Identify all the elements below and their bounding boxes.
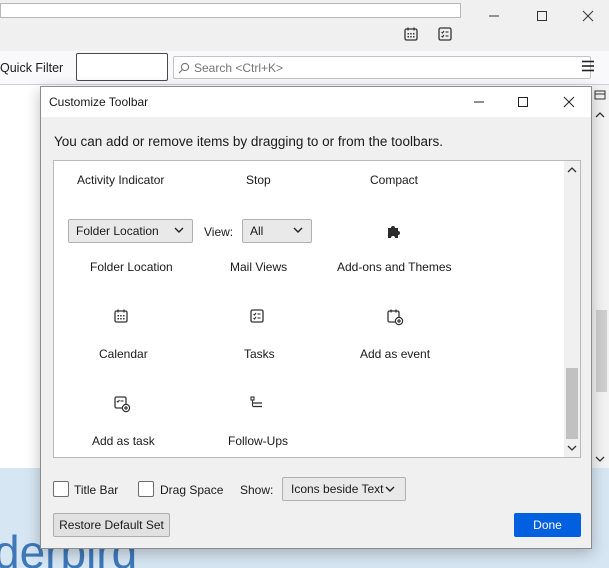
palette-item-folder-location[interactable]: Folder Location	[90, 260, 173, 274]
folder-location-dropdown[interactable]: Folder Location	[68, 219, 193, 243]
tasks-icon[interactable]	[249, 308, 267, 326]
chevron-down-icon	[293, 227, 303, 233]
calendar-tab-button[interactable]	[403, 26, 421, 44]
palette-item-activity-indicator[interactable]: Activity Indicator	[77, 173, 164, 187]
dialog-maximize-button[interactable]	[514, 93, 532, 111]
view-value: All	[250, 224, 264, 238]
drag-space-label: Drag Space	[160, 483, 224, 497]
maximize-icon	[518, 97, 528, 107]
calendar-icon	[404, 27, 418, 41]
palette-item-compact[interactable]: Compact	[370, 173, 418, 187]
chevron-down-icon	[595, 456, 605, 462]
palette-item-add-as-event[interactable]: Add as event	[360, 347, 430, 361]
search-icon	[178, 62, 190, 73]
show-label: Show:	[240, 483, 274, 497]
show-mode-dropdown[interactable]: Icons beside Text	[282, 477, 406, 501]
add-task-icon[interactable]	[113, 395, 131, 413]
palette-item-calendar[interactable]: Calendar	[99, 347, 148, 361]
background-scrollbar[interactable]	[592, 85, 609, 470]
puzzle-piece-icon[interactable]	[385, 222, 403, 240]
global-search-box[interactable]	[173, 56, 591, 79]
palette-item-add-ons-and-themes[interactable]: Add-ons and Themes	[337, 260, 452, 274]
palette-item-stop[interactable]: Stop	[246, 173, 271, 187]
close-button[interactable]	[579, 7, 597, 25]
search-input[interactable]	[194, 60, 574, 75]
follow-ups-icon[interactable]	[249, 395, 267, 413]
minimize-button[interactable]	[485, 7, 503, 25]
dialog-titlebar: Customize Toolbar	[41, 87, 591, 117]
hamburger-icon	[582, 60, 594, 72]
panel-icon	[594, 90, 606, 100]
dialog-description: You can add or remove items by dragging …	[54, 134, 443, 149]
title-bar-label: Title Bar	[74, 483, 119, 497]
background-scroll-thumb[interactable]	[596, 310, 607, 392]
add-event-icon[interactable]	[386, 308, 404, 326]
toolbar-item-palette: Activity Indicator Stop Compact Folder L…	[53, 160, 581, 458]
chevron-up-icon	[567, 167, 577, 173]
dialog-title: Customize Toolbar	[49, 95, 149, 109]
calendar-icon[interactable]	[113, 308, 131, 326]
tasks-icon	[438, 27, 452, 41]
minimize-icon	[489, 15, 499, 17]
dialog-minimize-button[interactable]	[470, 93, 488, 111]
chevron-down-icon	[385, 486, 395, 492]
chevron-up-icon	[595, 112, 605, 118]
maximize-button[interactable]	[533, 7, 551, 25]
close-icon	[563, 96, 575, 108]
title-bar-checkbox[interactable]	[53, 481, 69, 497]
chevron-down-icon	[567, 445, 577, 451]
maximize-icon	[537, 11, 547, 21]
minimize-icon	[474, 101, 484, 103]
show-mode-value: Icons beside Text	[291, 482, 384, 496]
view-label: View:	[204, 225, 234, 239]
folder-location-value: Folder Location	[76, 224, 159, 238]
quick-filter-button[interactable]	[76, 53, 168, 81]
dialog-close-button[interactable]	[560, 93, 578, 111]
restore-default-set-button[interactable]: Restore Default Set	[53, 513, 170, 537]
palette-item-follow-ups[interactable]: Follow-Ups	[228, 434, 288, 448]
done-button[interactable]: Done	[514, 513, 581, 537]
customize-toolbar-dialog: Customize Toolbar You can add or remove …	[40, 86, 592, 549]
close-icon	[582, 10, 594, 22]
palette-item-tasks[interactable]: Tasks	[244, 347, 275, 361]
palette-scrollbar[interactable]	[564, 161, 580, 457]
palette-scroll-thumb[interactable]	[566, 368, 578, 439]
chevron-down-icon	[174, 227, 184, 233]
view-dropdown[interactable]: All	[242, 219, 312, 243]
quick-filter-label[interactable]: Quick Filter	[0, 61, 63, 75]
tasks-tab-button[interactable]	[437, 26, 455, 44]
drag-space-checkbox[interactable]	[138, 481, 154, 497]
palette-item-mail-views[interactable]: Mail Views	[230, 260, 287, 274]
palette-item-add-as-task[interactable]: Add as task	[92, 434, 155, 448]
app-title-field	[0, 3, 461, 18]
app-menu-button[interactable]	[581, 60, 597, 74]
